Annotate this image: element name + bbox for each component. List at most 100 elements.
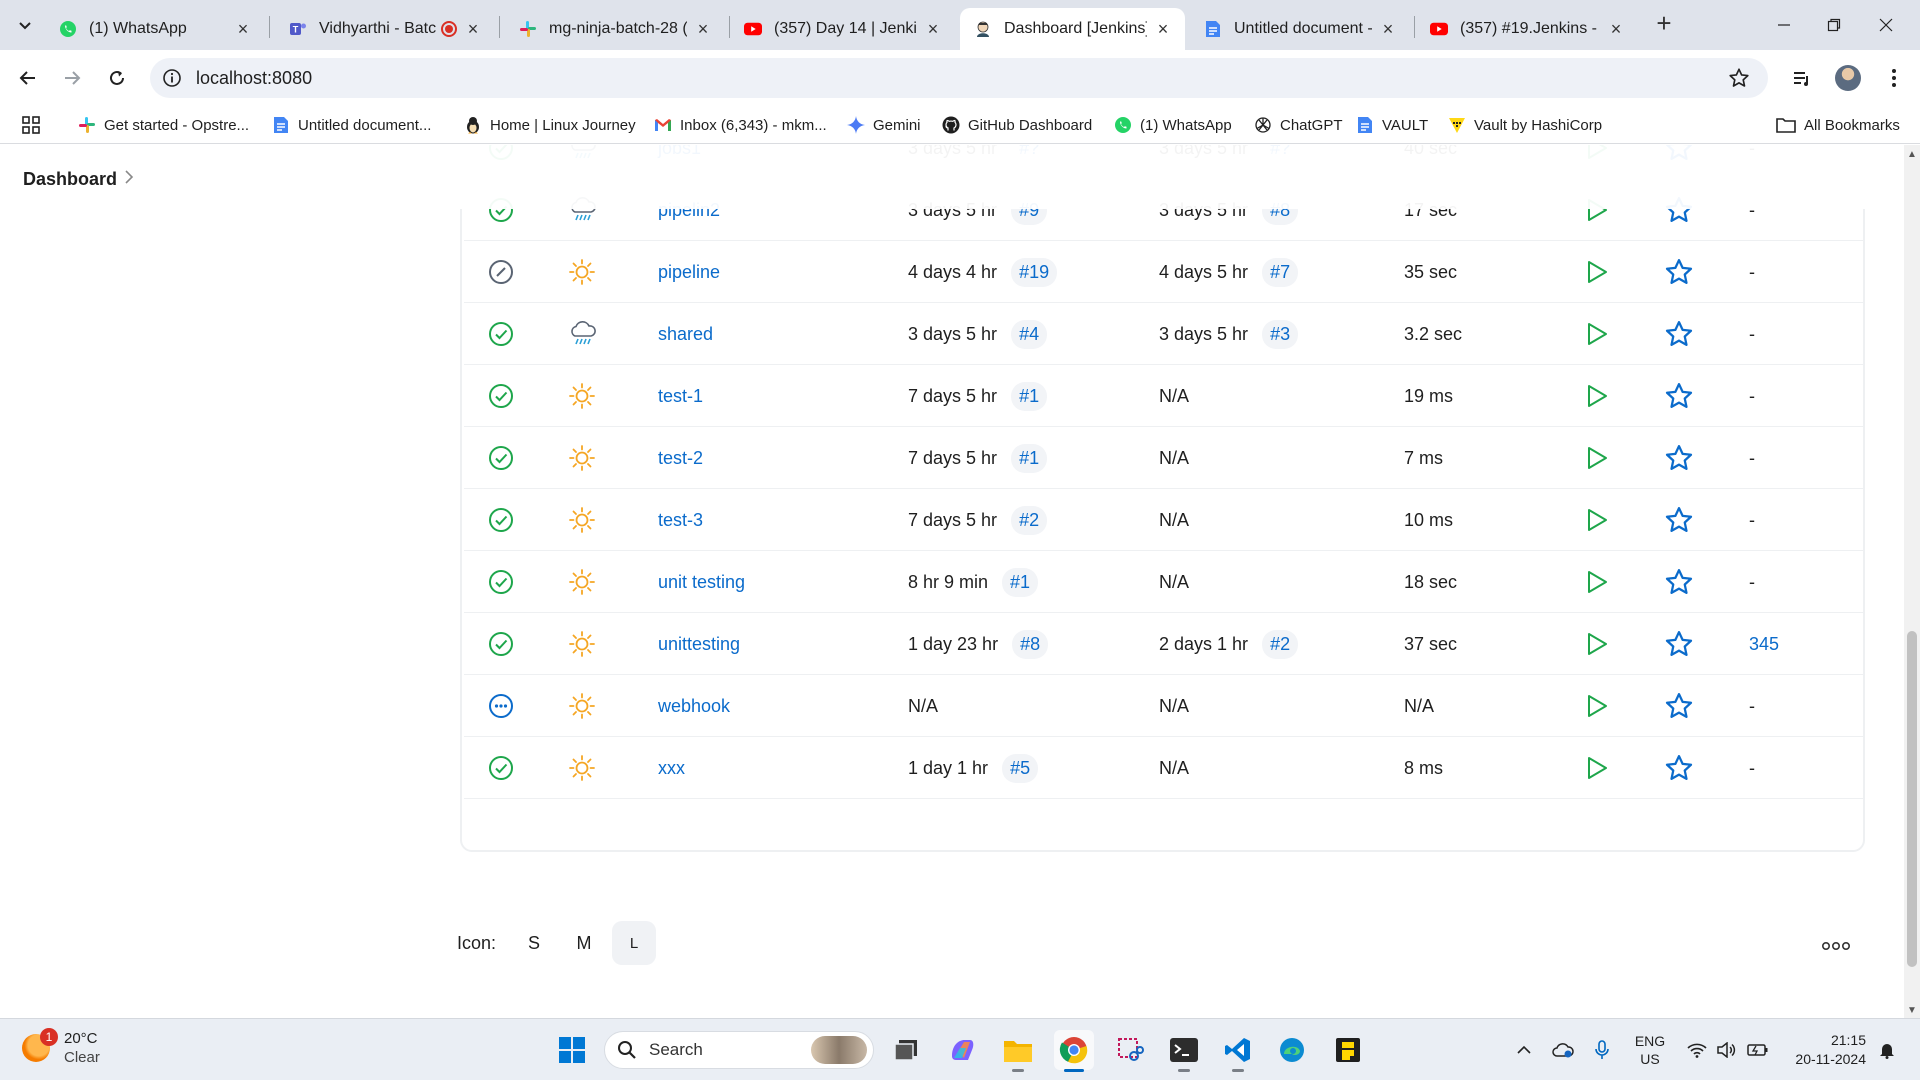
- minimize-window-button[interactable]: [1756, 0, 1812, 50]
- schedule-build-play-icon[interactable]: [1586, 365, 1608, 427]
- battery-tray-button[interactable]: [1744, 1019, 1772, 1080]
- bookmark-item[interactable]: Inbox (6,343) - mkm...: [654, 114, 827, 136]
- scroll-down-icon[interactable]: ▼: [1907, 1005, 1917, 1016]
- browser-tab[interactable]: Untitled document - ×: [1190, 8, 1410, 50]
- favorite-star-icon[interactable]: [1664, 675, 1694, 737]
- page-scrollbar[interactable]: ▲ ▼: [1904, 145, 1920, 1018]
- wifi-tray-button[interactable]: [1684, 1019, 1710, 1080]
- tab-search-button[interactable]: [9, 9, 41, 41]
- bookmark-item[interactable]: ChatGPT: [1254, 114, 1343, 136]
- job-name-link[interactable]: unit testing: [658, 572, 745, 593]
- favorite-star-icon[interactable]: [1664, 365, 1694, 427]
- job-name-link[interactable]: test-2: [658, 448, 703, 469]
- new-tab-button[interactable]: +: [1650, 10, 1678, 38]
- favorite-star-icon[interactable]: [1664, 551, 1694, 613]
- tab-close-icon[interactable]: ×: [1153, 19, 1173, 39]
- job-name-link[interactable]: webhook: [658, 696, 730, 717]
- more-options-icon[interactable]: [1821, 931, 1850, 957]
- bookmark-item[interactable]: Get started - Opstre...: [78, 114, 249, 136]
- browser-menu-button[interactable]: [1878, 62, 1910, 94]
- job-name-link[interactable]: shared: [658, 324, 713, 345]
- bookmark-item[interactable]: Home | Linux Journey: [464, 114, 636, 136]
- tab-close-icon[interactable]: ×: [233, 19, 253, 39]
- bookmark-star-icon[interactable]: [1728, 67, 1750, 94]
- forward-button[interactable]: [56, 62, 88, 94]
- show-hidden-icons-button[interactable]: [1514, 1019, 1534, 1080]
- last-success-build-link[interactable]: #8: [1012, 629, 1049, 659]
- microphone-tray-button[interactable]: [1590, 1019, 1614, 1080]
- onedrive-tray-button[interactable]: [1550, 1019, 1576, 1080]
- last-success-build-link[interactable]: #2: [1011, 505, 1048, 535]
- address-bar[interactable]: localhost:8080: [150, 58, 1768, 98]
- schedule-build-play-icon[interactable]: [1586, 675, 1608, 737]
- all-bookmarks-button[interactable]: All Bookmarks: [1776, 114, 1900, 136]
- taskbar-snipping-tool[interactable]: [1110, 1030, 1150, 1070]
- icon-size-l[interactable]: L: [612, 921, 657, 965]
- weather-widget[interactable]: 1 20°C Clear: [22, 1028, 100, 1067]
- job-name-link[interactable]: unittesting: [658, 634, 740, 655]
- last-failure-build-link[interactable]: #3: [1262, 319, 1299, 349]
- taskbar-chrome[interactable]: [1054, 1030, 1094, 1072]
- site-info-icon[interactable]: [162, 68, 182, 93]
- bookmark-item[interactable]: (1) WhatsApp: [1114, 114, 1232, 136]
- tab-close-icon[interactable]: ×: [1606, 19, 1626, 39]
- tab-close-icon[interactable]: ×: [923, 19, 943, 39]
- favorite-star-icon[interactable]: [1664, 613, 1694, 675]
- last-success-build-link[interactable]: #5: [1002, 753, 1039, 783]
- job-name-link[interactable]: test-1: [658, 386, 703, 407]
- bookmark-item[interactable]: Untitled document...: [272, 114, 431, 136]
- favorite-star-icon[interactable]: [1664, 303, 1694, 365]
- profile-avatar[interactable]: [1832, 62, 1864, 94]
- job-name-link[interactable]: xxx: [658, 758, 685, 779]
- bookmark-item[interactable]: Gemini: [847, 114, 921, 136]
- close-window-button[interactable]: [1858, 0, 1914, 50]
- notifications-button[interactable]: [1876, 1019, 1898, 1080]
- last-success-build-link[interactable]: #19: [1011, 257, 1058, 287]
- scroll-up-icon[interactable]: ▲: [1907, 149, 1917, 160]
- back-button[interactable]: [12, 62, 44, 94]
- schedule-build-play-icon[interactable]: [1586, 489, 1608, 551]
- schedule-build-play-icon[interactable]: [1586, 241, 1608, 303]
- tab-close-icon[interactable]: ×: [463, 19, 483, 39]
- favorite-star-icon[interactable]: [1664, 427, 1694, 489]
- taskbar-copilot[interactable]: [942, 1030, 982, 1070]
- browser-tab[interactable]: (357) #19.Jenkins - B ×: [1416, 8, 1638, 50]
- media-control-button[interactable]: [1786, 62, 1818, 94]
- job-name-link[interactable]: pipeline: [658, 262, 720, 283]
- schedule-build-play-icon[interactable]: [1586, 303, 1608, 365]
- job-description[interactable]: 345: [1749, 634, 1779, 655]
- icon-size-m[interactable]: M: [562, 921, 606, 965]
- tab-close-icon[interactable]: ×: [1378, 19, 1398, 39]
- schedule-build-play-icon[interactable]: [1586, 427, 1608, 489]
- taskbar-sticky-notes[interactable]: [1328, 1030, 1368, 1070]
- taskbar-edge[interactable]: [1272, 1030, 1312, 1070]
- bookmark-item[interactable]: Vault by HashiCorp: [1448, 114, 1602, 136]
- language-indicator[interactable]: ENG US: [1628, 1019, 1672, 1080]
- browser-tab[interactable]: Dashboard [Jenkins] ×: [960, 8, 1185, 50]
- taskbar-task-view[interactable]: [886, 1030, 926, 1070]
- restore-window-button[interactable]: [1806, 0, 1862, 50]
- browser-tab[interactable]: mg-ninja-batch-28 (C ×: [505, 8, 725, 50]
- last-success-build-link[interactable]: #4: [1011, 319, 1048, 349]
- favorite-star-icon[interactable]: [1664, 241, 1694, 303]
- taskbar-search[interactable]: Search: [604, 1031, 874, 1069]
- favorite-star-icon[interactable]: [1664, 737, 1694, 799]
- browser-tab[interactable]: T Vidhyarthi - Batch ×: [275, 8, 495, 50]
- last-failure-build-link[interactable]: #7: [1262, 257, 1299, 287]
- last-failure-build-link[interactable]: #2: [1262, 629, 1299, 659]
- breadcrumb-chevron-icon[interactable]: [124, 169, 134, 190]
- breadcrumb-dashboard[interactable]: Dashboard: [23, 169, 117, 190]
- taskbar-vscode[interactable]: [1218, 1030, 1258, 1072]
- taskbar-file-explorer[interactable]: [998, 1030, 1038, 1072]
- last-success-build-link[interactable]: #1: [1011, 443, 1048, 473]
- bookmark-item[interactable]: GitHub Dashboard: [942, 114, 1092, 136]
- icon-size-s[interactable]: S: [512, 921, 556, 965]
- browser-tab[interactable]: (357) Day 14 | Jenkins ×: [730, 8, 955, 50]
- last-success-build-link[interactable]: #1: [1011, 381, 1048, 411]
- tab-close-icon[interactable]: ×: [693, 19, 713, 39]
- url-text[interactable]: localhost:8080: [196, 68, 312, 89]
- schedule-build-play-icon[interactable]: [1586, 613, 1608, 675]
- bookmark-item[interactable]: VAULT: [1356, 114, 1428, 136]
- clock[interactable]: 21:15 20-11-2024: [1786, 1031, 1866, 1069]
- job-name-link[interactable]: test-3: [658, 510, 703, 531]
